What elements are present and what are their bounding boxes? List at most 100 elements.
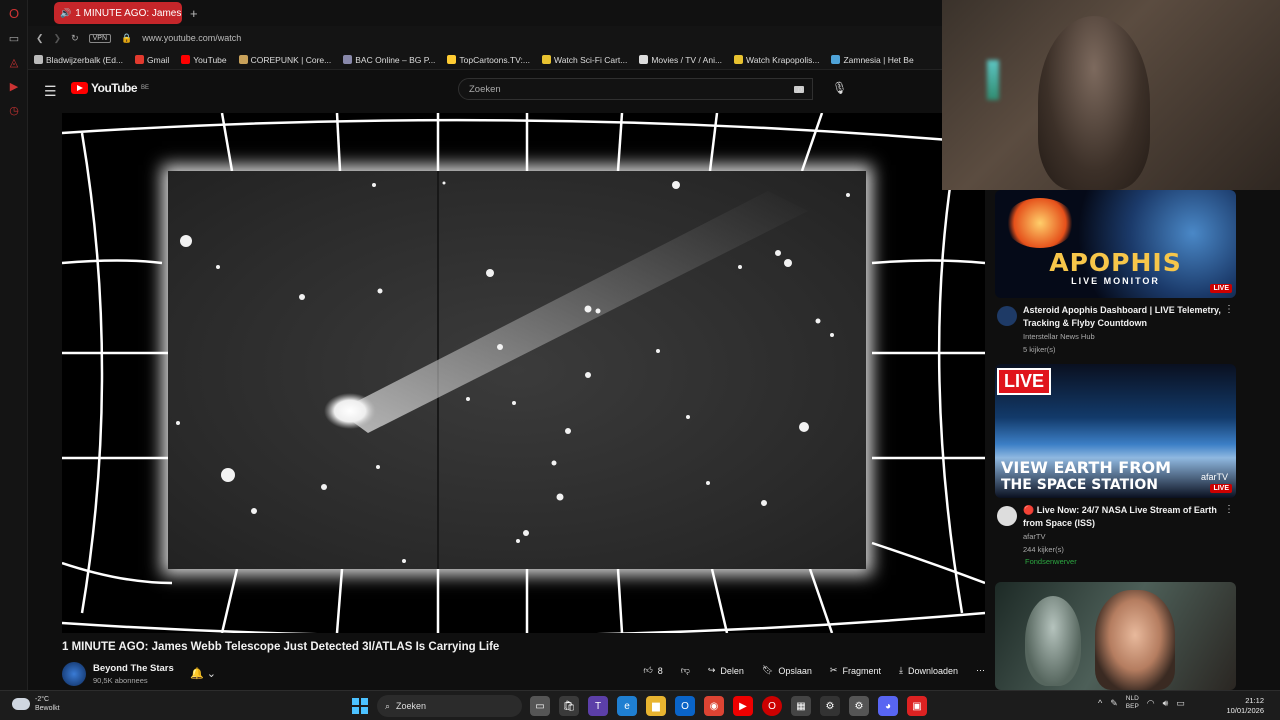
comet-image <box>176 171 850 569</box>
bookmark-item[interactable]: BAC Online – BG P... <box>343 55 435 65</box>
discord-icon[interactable]: ◕ <box>878 696 898 716</box>
youtube-logo[interactable]: YouTube BE <box>71 81 149 95</box>
start-button[interactable] <box>352 698 368 714</box>
calculator-icon[interactable]: ▦ <box>791 696 811 716</box>
webcam-overlay <box>942 0 1280 190</box>
outlook-icon[interactable]: O <box>675 696 695 716</box>
recommended-channel[interactable]: afarTV <box>1023 532 1236 541</box>
recommended-thumbnail[interactable] <box>995 582 1236 690</box>
thumb-brand: afarTV <box>1200 472 1228 482</box>
store-icon[interactable]: 🛍︎ <box>559 696 579 716</box>
recommended-item[interactable]: APOPHIS LIVE MONITOR LIVE Asteroid Apoph… <box>995 190 1236 354</box>
cloud-icon <box>12 698 30 710</box>
youtube-logo-text: YouTube <box>91 81 138 95</box>
live-label: LIVE <box>997 368 1052 395</box>
recommended-title[interactable]: Asteroid Apophis Dashboard | LIVE Teleme… <box>1023 304 1223 329</box>
recommended-item[interactable] <box>995 582 1236 690</box>
share-button[interactable]: ↪ Delen <box>708 665 744 676</box>
opera-logo-icon[interactable]: O <box>0 0 28 26</box>
bookmark-favicon-icon <box>447 55 457 64</box>
tray-app-icon[interactable]: ✎ <box>1110 698 1118 709</box>
bookmark-item[interactable]: Watch Krapopolis... <box>734 55 819 65</box>
clip-button[interactable]: ✂ Fragment <box>830 665 881 676</box>
forward-icon[interactable]: ❯ <box>54 33 62 44</box>
opera-icon[interactable]: O <box>762 696 782 716</box>
bookmark-label: Watch Sci-Fi Cart... <box>553 54 628 65</box>
task-view-icon[interactable]: ▭ <box>530 696 550 716</box>
video-actions: 👍︎ 8 👎︎ ↪ Delen 🔖︎ Opslaan ✂ Fragment ⤓ … <box>643 665 985 676</box>
youtube-sidebar-icon[interactable]: ▶ <box>0 74 28 98</box>
edge-icon[interactable]: e <box>617 696 637 716</box>
channel-avatar[interactable] <box>62 662 86 686</box>
volume-icon[interactable]: 🔊︎ <box>1163 698 1169 709</box>
dislike-button[interactable]: 👎︎ <box>681 665 690 676</box>
recommended-title[interactable]: 🔴 Live Now: 24/7 NASA Live Stream of Ear… <box>1023 504 1223 529</box>
channel-name[interactable]: Beyond The Stars <box>93 663 174 674</box>
like-button[interactable]: 👍︎ 8 <box>643 665 662 676</box>
chrome-icon[interactable]: ◉ <box>704 696 724 716</box>
streamer-figure <box>1038 16 1150 190</box>
bookmark-item[interactable]: Bladwijzerbalk (Ed... <box>34 55 123 65</box>
recommended-meta: Asteroid Apophis Dashboard | LIVE Teleme… <box>995 304 1236 354</box>
active-tab[interactable]: 🔊 1 MINUTE AGO: James <box>54 2 182 24</box>
more-options-icon[interactable]: ⋮ <box>1224 304 1234 315</box>
thumbs-down-icon: 👎︎ <box>680 665 690 675</box>
recommended-channel[interactable]: Interstellar News Hub <box>1023 332 1236 341</box>
steam-icon[interactable]: ⚙ <box>820 696 840 716</box>
taskbar-search[interactable]: ⌕ Zoeken <box>377 695 522 717</box>
language-indicator[interactable]: NLD BEP <box>1126 695 1139 711</box>
aria-icon[interactable]: ◬ <box>0 50 28 74</box>
download-label: Downloaden <box>907 665 958 676</box>
bookmark-item[interactable]: COREPUNK | Core... <box>238 55 331 65</box>
bookmark-icon: 🔖︎ <box>761 665 774 675</box>
bookmark-item[interactable]: YouTube <box>181 55 227 65</box>
back-icon[interactable]: ❮ <box>36 33 44 44</box>
history-icon[interactable]: ◷ <box>0 98 28 122</box>
more-options-icon[interactable]: ⋮ <box>1224 504 1234 515</box>
microphone-icon[interactable]: 🎙 <box>832 81 847 95</box>
recommended-thumbnail[interactable]: LIVE VIEW EARTH FROM THE SPACE STATION a… <box>995 364 1236 498</box>
search-placeholder: Zoeken <box>469 83 501 95</box>
thumb-title: APOPHIS <box>1049 248 1182 277</box>
vpn-badge[interactable]: VPN <box>88 33 112 43</box>
menu-icon[interactable]: ☰ <box>44 83 57 100</box>
reload-icon[interactable]: ↻ <box>71 33 79 44</box>
workspace-icon[interactable]: ▭ <box>0 26 28 50</box>
bookmark-item[interactable]: Gmail <box>135 55 169 65</box>
address-bar: ❮ ❯ ↻ VPN 🔒 www.youtube.com/watch <box>28 26 942 50</box>
file-explorer-icon[interactable]: ▆ <box>646 696 666 716</box>
bookmark-item[interactable]: TopCartoons.TV:... <box>447 55 530 65</box>
recommended-thumbnail[interactable]: APOPHIS LIVE MONITOR LIVE <box>995 190 1236 298</box>
channel-row: Beyond The Stars 90,5K abonnees 🔔 ⌄ 👍︎ 8… <box>62 661 985 687</box>
channel-avatar[interactable] <box>997 506 1017 526</box>
bookmark-item[interactable]: Zamnesia | Het Be <box>831 55 914 65</box>
youtube-play-icon <box>71 82 88 94</box>
bookmark-item[interactable]: Watch Sci-Fi Cart... <box>541 54 628 65</box>
clock[interactable]: 21:12 10/01/2026 <box>1226 696 1264 716</box>
url-field[interactable]: www.youtube.com/watch <box>142 33 241 43</box>
weather-condition: Bewolkt <box>35 705 60 712</box>
speaker-icon[interactable]: 🔊 <box>60 8 71 19</box>
weather-widget[interactable]: -2°C Bewolkt <box>12 695 60 713</box>
bookmark-favicon-icon <box>135 55 145 64</box>
settings-icon[interactable]: ⚙ <box>849 696 869 716</box>
tray-overflow-icon[interactable]: ^ <box>1098 698 1102 708</box>
bookmark-item[interactable]: Movies / TV / Ani... <box>639 55 722 65</box>
battery-icon[interactable]: ▭ <box>1176 698 1185 709</box>
new-tab-button[interactable]: + <box>190 6 198 21</box>
comet-tail <box>338 191 808 433</box>
notification-bell-icon[interactable]: 🔔 ⌄ <box>190 667 216 680</box>
search-icon[interactable]: ⌕ <box>786 78 814 100</box>
search-input[interactable]: Zoeken <box>458 78 813 100</box>
teams-icon[interactable]: T <box>588 696 608 716</box>
save-button[interactable]: 🔖︎ Opslaan <box>762 665 812 676</box>
wifi-icon[interactable]: ◠ <box>1147 698 1155 709</box>
video-player[interactable] <box>62 113 985 633</box>
red-app-icon[interactable]: ▣ <box>907 696 927 716</box>
more-actions-icon[interactable]: ⋯ <box>976 665 985 676</box>
youtube-app-icon[interactable]: ▶ <box>733 696 753 716</box>
share-icon: ↪ <box>707 665 716 675</box>
download-button[interactable]: ⤓ Downloaden <box>899 665 958 676</box>
channel-avatar[interactable] <box>997 306 1017 326</box>
recommended-item[interactable]: LIVE VIEW EARTH FROM THE SPACE STATION a… <box>995 364 1236 566</box>
